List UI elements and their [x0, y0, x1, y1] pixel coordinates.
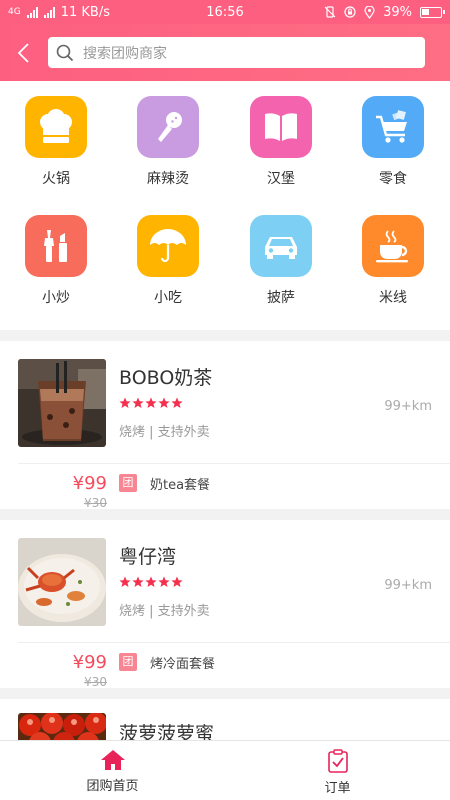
search-input[interactable]: 搜索团购商家 — [48, 37, 425, 68]
microphone-icon — [137, 96, 199, 158]
star-rating — [119, 397, 183, 409]
category-label: 零食 — [379, 171, 407, 187]
store-tags: 烧烤 | 支持外卖 — [119, 604, 210, 619]
category-grid: 火锅 麻辣烫 汉堡 零食 小炒 小吃 披萨 米线 — [0, 81, 450, 330]
star-icon — [119, 576, 131, 587]
store-distance: 99+km — [384, 399, 432, 414]
category-label: 火锅 — [42, 171, 70, 187]
store-card[interactable]: 粤仔湾 烧烤 | 支持外卖 99+km ¥99 ¥30 团 烤冷面套餐 — [0, 520, 450, 689]
tab-label: 订单 — [324, 781, 351, 796]
star-icon — [158, 397, 170, 408]
deal-name: 烤冷面套餐 — [150, 657, 216, 672]
search-icon — [56, 44, 74, 61]
star-icon — [145, 576, 157, 587]
star-rating — [119, 576, 183, 588]
deal-original-price: ¥30 — [84, 496, 107, 510]
star-icon — [145, 397, 157, 408]
group-buy-badge: 团 — [119, 474, 137, 492]
category-pizza[interactable]: 披萨 — [225, 215, 337, 307]
deal-price: ¥99 — [72, 652, 107, 673]
deal-row[interactable]: ¥99 ¥30 团 奶tea套餐 — [0, 464, 450, 517]
store-name: 粤仔湾 — [119, 546, 177, 568]
umbrella-icon — [137, 215, 199, 277]
deal-original-price: ¥30 — [84, 675, 107, 689]
deal-row[interactable]: ¥99 ¥30 团 烤冷面套餐 — [0, 643, 450, 696]
category-xiaochi[interactable]: 小吃 — [112, 215, 224, 307]
star-icon — [132, 397, 144, 408]
store-image — [18, 713, 106, 740]
category-snacks[interactable]: 零食 — [337, 96, 449, 188]
store-header: 粤仔湾 烧烤 | 支持外卖 99+km — [0, 520, 450, 642]
category-rice-noodle[interactable]: 米线 — [337, 215, 449, 307]
star-icon — [171, 397, 183, 408]
status-bar: 4G 11 KB/s 16:56 39% — [0, 0, 450, 24]
tab-label: 团购首页 — [86, 779, 139, 794]
deal-price: ¥99 — [72, 473, 107, 494]
clipboard-icon — [327, 749, 348, 773]
category-label: 小吃 — [154, 290, 182, 306]
bottom-tab-bar: 团购首页 订单 — [0, 740, 450, 800]
clock: 16:56 — [206, 4, 244, 20]
store-header: BOBO奶茶 烧烤 | 支持外卖 99+km — [0, 341, 450, 463]
home-icon — [100, 750, 125, 770]
store-image — [18, 538, 106, 626]
category-label: 麻辣烫 — [147, 171, 189, 187]
store-name: BOBO奶茶 — [119, 367, 213, 389]
store-distance: 99+km — [384, 578, 432, 593]
makeup-icon — [25, 215, 87, 277]
store-header: 菠萝菠萝蜜 — [0, 699, 450, 740]
deal-name: 奶tea套餐 — [150, 478, 211, 493]
category-label: 汉堡 — [267, 171, 295, 187]
coffee-cup-icon — [362, 215, 424, 277]
category-stirfry[interactable]: 小炒 — [0, 215, 112, 307]
car-icon — [250, 215, 312, 277]
back-arrow-icon — [17, 42, 29, 63]
category-burger[interactable]: 汉堡 — [225, 96, 337, 188]
star-icon — [132, 576, 144, 587]
store-image — [18, 359, 106, 447]
star-icon — [119, 397, 131, 408]
group-buy-badge: 团 — [119, 653, 137, 671]
tab-home[interactable]: 团购首页 — [0, 741, 225, 800]
category-label: 披萨 — [267, 290, 295, 306]
star-icon — [158, 576, 170, 587]
store-card[interactable]: 菠萝菠萝蜜 — [0, 699, 450, 740]
shopping-cart-icon — [362, 96, 424, 158]
category-hotpot[interactable]: 火锅 — [0, 96, 112, 188]
store-card[interactable]: BOBO奶茶 烧烤 | 支持外卖 99+km ¥99 ¥30 团 奶tea套餐 — [0, 341, 450, 510]
back-button[interactable] — [0, 24, 46, 81]
category-label: 米线 — [379, 290, 407, 306]
star-icon — [171, 576, 183, 587]
book-icon — [250, 96, 312, 158]
category-malatang[interactable]: 麻辣烫 — [112, 96, 224, 188]
header-bar: 搜索团购商家 — [0, 24, 450, 81]
category-label: 小炒 — [42, 290, 70, 306]
tab-orders[interactable]: 订单 — [225, 741, 450, 800]
search-placeholder: 搜索团购商家 — [83, 45, 167, 62]
battery-icon — [420, 6, 445, 18]
store-name: 菠萝菠萝蜜 — [119, 723, 215, 740]
store-tags: 烧烤 | 支持外卖 — [119, 425, 210, 440]
chef-hat-icon — [25, 96, 87, 158]
